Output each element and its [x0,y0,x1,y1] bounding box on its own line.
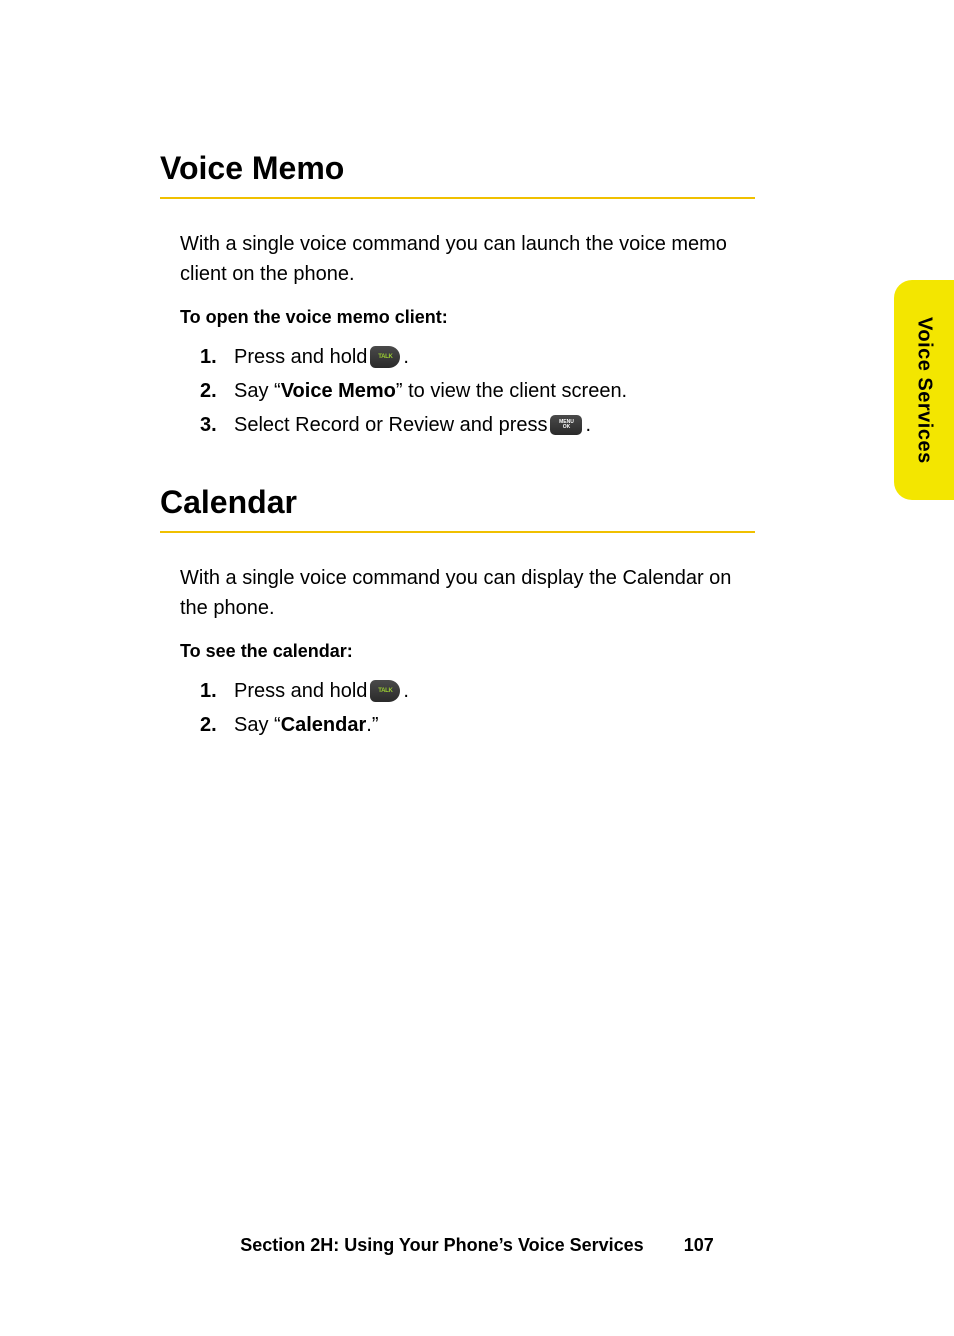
step-item: 1. Press and hold . [200,674,760,708]
section-calendar: Calendar With a single voice command you… [160,484,834,742]
steps-list: 1. Press and hold . 2. Say “ Calendar .” [200,674,760,742]
step-text: Select Record or Review and press [234,408,547,442]
step-content: Say “ Voice Memo ” to view the client sc… [234,374,627,408]
step-text: Say “ [234,374,281,408]
step-marker: 2. [200,374,234,408]
intro-text: With a single voice command you can laun… [180,229,760,289]
heading-rule [160,197,755,199]
step-bold: Calendar [281,708,367,742]
step-text: Say “ [234,708,281,742]
step-item: 3. Select Record or Review and press . [200,408,760,442]
step-text: . [585,408,591,442]
heading-voice-memo: Voice Memo [160,150,834,187]
heading-rule [160,531,755,533]
step-item: 2. Say “ Calendar .” [200,708,760,742]
step-content: Press and hold . [234,340,409,374]
step-marker: 1. [200,674,234,708]
step-text: .” [366,708,378,742]
intro-text: With a single voice command you can disp… [180,563,760,623]
step-text: . [403,340,409,374]
steps-list: 1. Press and hold . 2. Say “ Voice Memo … [200,340,760,442]
side-tab-label: Voice Services [913,317,936,464]
step-text: . [403,674,409,708]
step-marker: 3. [200,408,234,442]
step-item: 1. Press and hold . [200,340,760,374]
step-marker: 1. [200,340,234,374]
step-content: Say “ Calendar .” [234,708,379,742]
side-tab: Voice Services [894,280,954,500]
subheading: To see the calendar: [180,641,834,662]
step-marker: 2. [200,708,234,742]
heading-calendar: Calendar [160,484,834,521]
step-content: Press and hold . [234,674,409,708]
page-footer: Section 2H: Using Your Phone’s Voice Ser… [0,1235,954,1256]
step-item: 2. Say “ Voice Memo ” to view the client… [200,374,760,408]
talk-key-icon [370,346,400,368]
step-text: Press and hold [234,340,367,374]
step-text: ” to view the client screen. [396,374,627,408]
footer-section-label: Section 2H: Using Your Phone’s Voice Ser… [240,1235,643,1255]
step-bold: Voice Memo [281,374,396,408]
page-content: Voice Memo With a single voice command y… [0,0,954,1336]
footer-page-number: 107 [684,1235,714,1255]
talk-key-icon [370,680,400,702]
step-content: Select Record or Review and press . [234,408,591,442]
step-text: Press and hold [234,674,367,708]
subheading: To open the voice memo client: [180,307,834,328]
menu-ok-key-icon [550,415,582,435]
